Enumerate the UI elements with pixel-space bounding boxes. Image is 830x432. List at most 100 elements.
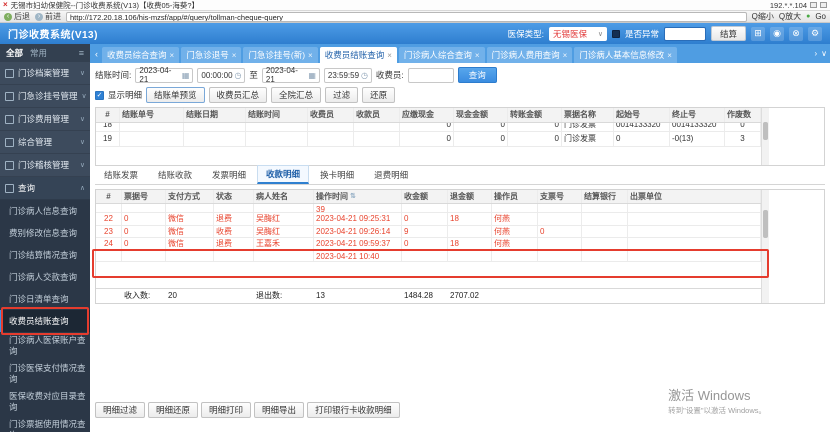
- gear-icon[interactable]: ⚙: [808, 26, 822, 41]
- back-button[interactable]: ‹ 后退: [4, 11, 30, 22]
- settle-button[interactable]: 结算: [710, 26, 746, 41]
- scrollbar-thumb[interactable]: [763, 209, 768, 238]
- minimize-icon[interactable]: [810, 2, 817, 8]
- tab-close-icon[interactable]: ×: [308, 51, 313, 60]
- sidebar-item-settlement-status-query[interactable]: 门诊结算情况查询: [0, 244, 90, 266]
- column-header[interactable]: #: [96, 189, 122, 203]
- tab-scroll-right-icon[interactable]: ›: [814, 49, 817, 58]
- column-header-time[interactable]: 操作时间 ⇅: [314, 189, 402, 203]
- column-header[interactable]: 结账单号: [120, 108, 184, 122]
- time-from-input[interactable]: 00:00:00 ◷: [197, 67, 246, 83]
- tab-close-icon[interactable]: ×: [667, 51, 672, 60]
- table-row[interactable]: 23 0 微信 收费 吴酶红 2023-04-21 09:26:14 9 何燕 …: [96, 225, 761, 238]
- sidebar-group-query[interactable]: 查询 ∧: [0, 177, 90, 200]
- column-header[interactable]: 退金额: [448, 189, 492, 203]
- sidebar-item-cashier-checkout-query[interactable]: 收费员结账查询: [0, 310, 90, 332]
- detail-tab-refund-detail[interactable]: 退费明细: [365, 166, 417, 184]
- date-to-input[interactable]: 2023-04-21 ▦: [261, 66, 320, 84]
- insurance-type-select[interactable]: 无锡医保 ∨: [548, 26, 607, 41]
- detail-tab-card-change-detail[interactable]: 换卡明细: [311, 166, 363, 184]
- tab-cashier-checkout-query[interactable]: 收费员结账查询 ×: [319, 47, 397, 63]
- sidebar-item-insurance-payment-query[interactable]: 门诊医保支付情况查询: [0, 360, 90, 388]
- column-header[interactable]: 出票单位: [628, 189, 761, 203]
- tab-close-icon[interactable]: ×: [563, 51, 568, 60]
- user-icon[interactable]: ◉: [770, 26, 784, 41]
- url-input[interactable]: http://172.20.18.106/his-mzsf/app/#/quer…: [66, 11, 747, 22]
- cashier-input[interactable]: [407, 67, 454, 83]
- sidebar-item-invoice-usage-query[interactable]: 门诊票据使用情况查询: [0, 416, 90, 432]
- detail-tab-checkout-receipt[interactable]: 结账收款: [149, 166, 201, 184]
- forward-button[interactable]: › 前进: [35, 11, 61, 22]
- filter-button[interactable]: 过滤: [325, 87, 359, 103]
- tab-scroll-left-icon[interactable]: ‹: [93, 49, 100, 59]
- column-header[interactable]: 作废数: [725, 108, 761, 122]
- column-header[interactable]: 支付方式: [166, 189, 214, 203]
- maximize-icon[interactable]: [820, 2, 827, 8]
- column-header[interactable]: 收金额: [402, 189, 448, 203]
- tab-patient-info-edit[interactable]: 门诊病人基本信息修改 ×: [574, 47, 677, 63]
- column-header[interactable]: 收款员: [354, 108, 400, 122]
- column-header[interactable]: 应缴现金: [400, 108, 454, 122]
- column-header[interactable]: 支票号: [538, 189, 582, 203]
- column-header[interactable]: 病人姓名: [254, 189, 314, 203]
- column-header[interactable]: 状态: [214, 189, 254, 203]
- detail-restore-button[interactable]: 明细还原: [148, 402, 199, 418]
- table-row[interactable]: 22 0 微信 退费 吴酶红 2023-04-21 09:25:31 0 18 …: [96, 213, 761, 226]
- tab-cashier-summary[interactable]: 收费员综合查询 ×: [102, 47, 180, 63]
- date-from-input[interactable]: 2023-04-21 ▦: [135, 66, 194, 84]
- sidebar-group-archive[interactable]: 门诊档案管理 ∨: [0, 62, 90, 85]
- column-header[interactable]: #: [96, 108, 120, 122]
- table-row-highlighted[interactable]: 24 0 微信 退费 王嘉禾 2023-04-21 09:59:37 0 18 …: [96, 238, 761, 251]
- table-row[interactable]: 18 0 0 0 门诊发票 0014133320 0014133320 0: [96, 122, 761, 132]
- tab-close-icon[interactable]: ×: [232, 51, 237, 60]
- time-to-input[interactable]: 23:59:59 ◷: [323, 67, 372, 83]
- detail-print-button[interactable]: 明细打印: [201, 402, 252, 418]
- receipt-detail-table-scrollbar[interactable]: [761, 189, 769, 303]
- hospital-summary-button[interactable]: 全院汇总: [271, 87, 322, 103]
- cashier-summary-button[interactable]: 收费员汇总: [208, 87, 268, 103]
- restore-button[interactable]: 还原: [362, 87, 396, 103]
- abnormal-input[interactable]: [663, 26, 706, 41]
- column-header[interactable]: 票据名称: [562, 108, 614, 122]
- sidebar-group-audit[interactable]: 门诊稽核管理 ∨: [0, 154, 90, 177]
- tab-close-icon[interactable]: ×: [387, 51, 392, 60]
- close-icon[interactable]: ×: [3, 1, 8, 9]
- sidebar-tab-common[interactable]: 常用: [30, 47, 47, 59]
- column-header[interactable]: 结账时间: [246, 108, 308, 122]
- menu-icon[interactable]: ≡: [79, 48, 84, 58]
- print-bank-card-detail-button[interactable]: 打印银行卡收款明细: [307, 402, 400, 418]
- column-header[interactable]: 现金金额: [454, 108, 508, 122]
- tab-return-registration[interactable]: 门急诊退号 ×: [181, 47, 242, 63]
- detail-tab-checkout-invoice[interactable]: 结账发票: [95, 166, 147, 184]
- power-icon[interactable]: ⊗: [789, 26, 803, 41]
- column-header[interactable]: 转账金额: [508, 108, 562, 122]
- sidebar-item-patient-payment-query[interactable]: 门诊病人交款查询: [0, 266, 90, 288]
- show-detail-checkbox[interactable]: ✓: [95, 90, 104, 100]
- detail-filter-button[interactable]: 明细过滤: [95, 402, 146, 418]
- checkout-preview-button[interactable]: 结账单预览: [146, 87, 205, 103]
- tab-close-icon[interactable]: ×: [475, 51, 480, 60]
- detail-tab-receipt-detail[interactable]: 收款明细: [257, 164, 310, 184]
- detail-export-button[interactable]: 明细导出: [254, 402, 305, 418]
- tab-list-dropdown-icon[interactable]: ∨: [821, 49, 827, 58]
- sidebar-group-management[interactable]: 综合管理 ∨: [0, 131, 90, 154]
- column-header[interactable]: 收费员: [308, 108, 354, 122]
- column-header[interactable]: 起始号: [614, 108, 670, 122]
- sidebar-item-insurance-account-query[interactable]: 门诊病人医保账户查询: [0, 332, 90, 360]
- sidebar-group-registration[interactable]: 门急诊挂号管理 ∨: [0, 85, 90, 108]
- abnormal-checkbox[interactable]: [611, 29, 620, 38]
- column-header[interactable]: 终止号: [670, 108, 725, 122]
- sidebar-group-fee[interactable]: 门诊费用管理 ∨: [0, 108, 90, 131]
- sidebar-item-insurance-catalog-query[interactable]: 医保收费对应目录查询: [0, 388, 90, 416]
- settlement-table-scrollbar[interactable]: [761, 108, 769, 165]
- tab-registration-new[interactable]: 门急诊挂号(新) ×: [243, 47, 318, 63]
- sort-icon[interactable]: ⇅: [350, 192, 356, 202]
- search-button[interactable]: 查询: [457, 67, 497, 83]
- detail-tab-invoice-detail[interactable]: 发票明细: [203, 166, 255, 184]
- sidebar-item-fee-type-change-query[interactable]: 费别修改信息查询: [0, 222, 90, 244]
- tab-close-icon[interactable]: ×: [170, 51, 175, 60]
- go-button[interactable]: Go: [815, 12, 826, 21]
- column-header[interactable]: 票据号: [122, 189, 166, 203]
- tab-patient-fee-query[interactable]: 门诊病人费用查询 ×: [486, 47, 573, 63]
- scrollbar-thumb[interactable]: [763, 122, 768, 140]
